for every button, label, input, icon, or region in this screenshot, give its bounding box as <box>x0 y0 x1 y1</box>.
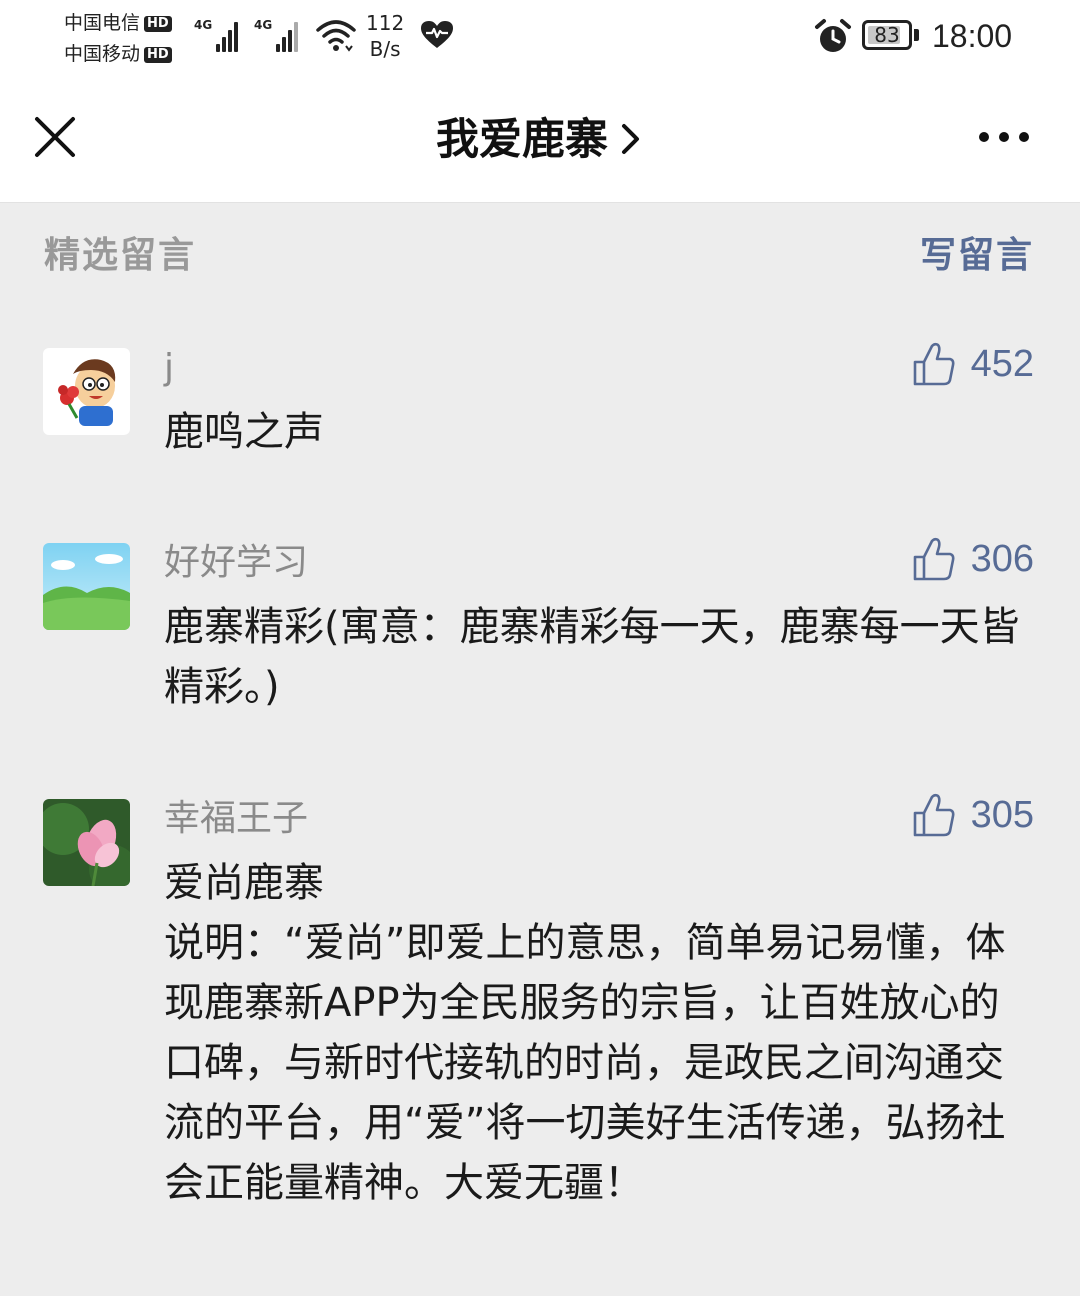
signal-strength-icon: 4G <box>194 18 239 52</box>
battery-cap <box>914 29 919 41</box>
like-button[interactable]: 305 <box>913 789 1034 841</box>
thumbs-up-icon <box>913 537 955 581</box>
write-comment-button[interactable]: 写留言 <box>920 232 1034 280</box>
battery-icon: 83 <box>862 20 912 50</box>
network-speed-value: 112 <box>366 11 405 35</box>
status-time: 18:00 <box>932 18 1013 54</box>
carrier-info: 中国电信 HD 中国移动 HD <box>64 8 172 70</box>
comment-author: 好好学习 <box>164 542 309 583</box>
comment-text: 鹿寨精彩(寓意：鹿寨精彩每一天，鹿寨每一天皆精彩。) <box>164 604 1020 710</box>
alarm-clock-icon <box>815 19 851 52</box>
more-options-icon[interactable] <box>972 122 1036 152</box>
comment-author: j <box>164 347 175 388</box>
account-title-link[interactable]: 我爱鹿寨 <box>0 112 1080 168</box>
battery-level: 83 <box>874 23 900 47</box>
network-speed: 112 B/s <box>366 10 404 62</box>
hd-badge: HD <box>144 15 172 32</box>
network-type-label: 4G <box>254 18 273 32</box>
avatar[interactable] <box>43 543 130 630</box>
like-count: 306 <box>970 538 1034 580</box>
avatar[interactable] <box>43 348 130 435</box>
avatar[interactable] <box>43 799 130 886</box>
like-count: 305 <box>970 794 1034 836</box>
thumbs-up-icon <box>913 342 955 386</box>
featured-comments-heading: 精选留言 <box>44 235 197 276</box>
thumbs-up-icon <box>913 793 955 837</box>
page-title: 我爱鹿寨 <box>436 115 608 165</box>
chevron-right-icon <box>622 123 639 154</box>
like-button[interactable]: 452 <box>913 338 1034 390</box>
hd-badge: HD <box>144 46 172 63</box>
like-count: 452 <box>970 343 1034 385</box>
comment-text: 爱尚鹿寨 说明：“爱尚”即爱上的意思，简单易记易懂，体现鹿寨新APP为全民服务的… <box>164 860 1006 1206</box>
navigation-bar: 我爱鹿寨 <box>0 76 1080 203</box>
network-speed-unit: B/s <box>369 37 401 61</box>
carrier-name-1: 中国电信 <box>64 12 141 34</box>
carrier-name-2: 中国移动 <box>64 43 141 65</box>
network-type-label: 4G <box>194 18 213 32</box>
signal-strength-icon: 4G <box>254 18 299 52</box>
status-bar: 中国电信 HD 中国移动 HD 4G 4G 112 B/s 83 18:00 <box>0 0 1080 76</box>
comment-author: 幸福王子 <box>164 798 309 839</box>
comment-text: 鹿鸣之声 <box>164 409 324 455</box>
health-heart-icon <box>421 21 453 48</box>
like-button[interactable]: 306 <box>913 533 1034 585</box>
wifi-icon <box>316 20 356 52</box>
